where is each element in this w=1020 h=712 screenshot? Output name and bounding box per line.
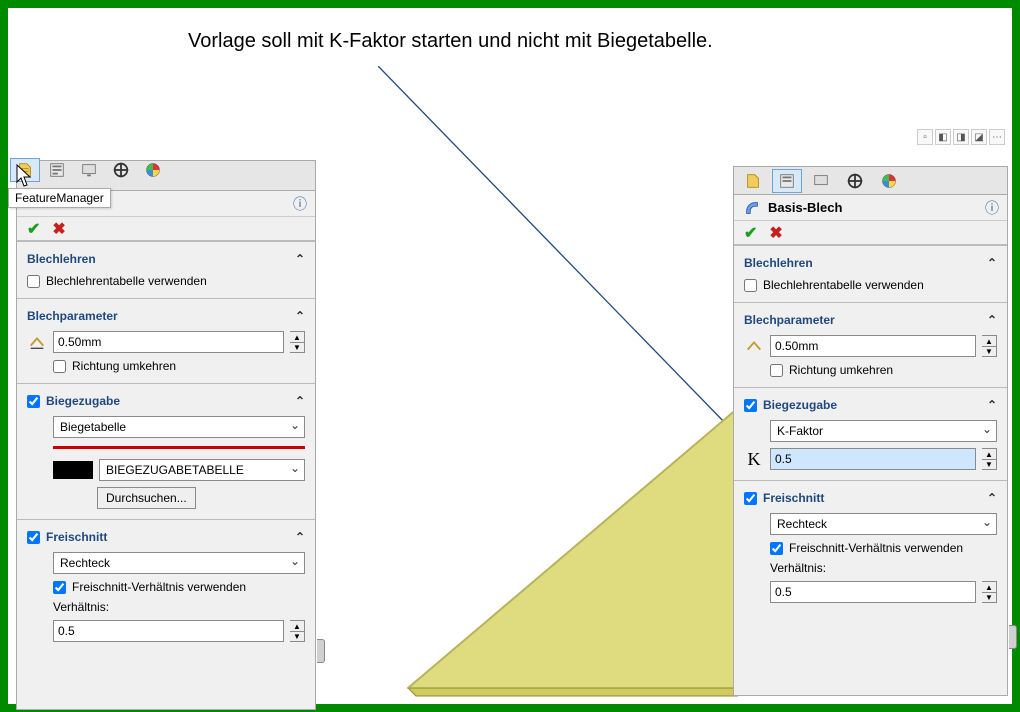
checkbox-label: Richtung umkehren [72, 359, 176, 373]
annotation-text: Vorlage soll mit K-Faktor starten und ni… [188, 30, 713, 53]
section-enable-checkbox[interactable] [27, 395, 40, 408]
thickness-icon [744, 337, 764, 355]
thickness-spinner[interactable]: ▲▼ [982, 335, 997, 357]
k-factor-input[interactable] [770, 448, 976, 470]
cancel-button[interactable]: ✖ [769, 223, 782, 243]
k-factor-icon: K [744, 449, 764, 470]
relief-type-combo[interactable]: Rechteck [53, 552, 305, 574]
tab-appearance[interactable] [138, 158, 168, 182]
section-blechlehren[interactable]: Blechlehren ⌃ [734, 252, 1007, 274]
section-title: Biegezugabe [763, 398, 837, 412]
highlight-underline [53, 446, 305, 449]
chevron-up-icon: ⌃ [987, 398, 997, 412]
chevron-up-icon: ⌃ [987, 256, 997, 270]
use-relief-ratio-checkbox[interactable]: Freischnitt-Verhältnis verwenden [770, 541, 997, 555]
chevron-up-icon: ⌃ [295, 530, 305, 544]
tab-configuration-manager[interactable] [772, 169, 802, 193]
checkbox-label: Freischnitt-Verhältnis verwenden [72, 580, 246, 594]
reverse-direction-checkbox[interactable]: Richtung umkehren [770, 363, 997, 377]
section-title: Blechparameter [744, 313, 835, 327]
checkbox-label: Freischnitt-Verhältnis verwenden [789, 541, 963, 555]
tooltip-feature-manager: FeatureManager [8, 188, 111, 208]
ratio-spinner[interactable]: ▲▼ [290, 620, 305, 642]
mouse-cursor [16, 164, 34, 188]
ok-button[interactable]: ✔ [27, 219, 40, 239]
checkbox-label: Blechlehrentabelle verwenden [46, 274, 207, 288]
tab-configuration-manager[interactable] [42, 158, 72, 182]
thickness-input[interactable] [53, 331, 284, 353]
ok-button[interactable]: ✔ [744, 223, 757, 243]
section-freischnitt[interactable]: Freischnitt ⌃ [734, 487, 1007, 509]
checkbox-label: Blechlehrentabelle verwenden [763, 278, 924, 292]
tab-display-manager[interactable] [74, 158, 104, 182]
section-title: Freischnitt [763, 491, 824, 505]
panel-tabs-right [734, 167, 1007, 195]
ratio-spinner[interactable]: ▲▼ [982, 581, 997, 603]
relief-type-combo[interactable]: Rechteck [770, 513, 997, 535]
chevron-up-icon: ⌃ [295, 394, 305, 408]
model-preview [308, 408, 738, 698]
tab-appearance[interactable] [874, 169, 904, 193]
section-blechlehren[interactable]: Blechlehren ⌃ [17, 248, 315, 270]
section-blechparameter[interactable]: Blechparameter ⌃ [734, 309, 1007, 331]
base-flange-icon [742, 199, 762, 217]
relief-ratio-input[interactable] [53, 620, 284, 642]
mini-btn[interactable]: ▫ [917, 129, 933, 145]
panel-drag-tab[interactable] [317, 639, 325, 663]
use-gauge-table-checkbox[interactable]: Blechlehrentabelle verwenden [27, 274, 305, 288]
section-title: Blechparameter [27, 309, 118, 323]
help-icon[interactable]: ⓘ [293, 194, 307, 214]
section-title: Freischnitt [46, 530, 107, 544]
tab-display-manager[interactable] [806, 169, 836, 193]
help-icon[interactable]: ⓘ [985, 198, 999, 218]
section-enable-checkbox[interactable] [27, 531, 40, 544]
use-gauge-table-checkbox[interactable]: Blechlehrentabelle verwenden [744, 278, 997, 292]
thickness-input[interactable] [770, 335, 976, 357]
arrow-line [378, 66, 743, 436]
reverse-direction-checkbox[interactable]: Richtung umkehren [53, 359, 305, 373]
section-title: Blechlehren [27, 252, 96, 266]
panel-drag-tab[interactable] [1009, 625, 1017, 649]
bend-table-name-combo[interactable]: BIEGEZUGABETABELLE [99, 459, 305, 481]
chevron-up-icon: ⌃ [295, 252, 305, 266]
ratio-label: Verhältnis: [53, 600, 305, 614]
ratio-label: Verhältnis: [770, 561, 997, 575]
browse-button[interactable]: Durchsuchen... [97, 487, 196, 509]
panel-title-right: Basis-Blech [768, 200, 842, 215]
mini-btn[interactable]: ◪ [971, 129, 987, 145]
k-factor-spinner[interactable]: ▲▼ [982, 448, 997, 470]
section-blechparameter[interactable]: Blechparameter ⌃ [17, 305, 315, 327]
chevron-up-icon: ⌃ [295, 309, 305, 323]
property-panel-left: ⓘ ✔ ✖ Blechlehren ⌃ Blechlehrentabelle v… [16, 160, 316, 710]
tab-dimexpert[interactable] [106, 158, 136, 182]
chevron-up-icon: ⌃ [987, 491, 997, 505]
section-freischnitt[interactable]: Freischnitt ⌃ [17, 526, 315, 548]
thickness-icon [27, 333, 47, 351]
section-enable-checkbox[interactable] [744, 399, 757, 412]
section-enable-checkbox[interactable] [744, 492, 757, 505]
section-biegezugabe[interactable]: Biegezugabe ⌃ [734, 394, 1007, 416]
checkbox-label: Richtung umkehren [789, 363, 893, 377]
thickness-spinner[interactable]: ▲▼ [290, 331, 305, 353]
section-title: Biegezugabe [46, 394, 120, 408]
property-panel-right: ▫ ◧ ◨ ◪ ⋯ Basis-Blech ⓘ ✔ ✖ B [733, 166, 1008, 696]
mini-btn[interactable]: ◨ [953, 129, 969, 145]
mini-btn[interactable]: ⋯ [989, 129, 1005, 145]
mini-btn[interactable]: ◧ [935, 129, 951, 145]
relief-ratio-input[interactable] [770, 581, 976, 603]
mini-toolbar: ▫ ◧ ◨ ◪ ⋯ [917, 129, 1005, 145]
bend-allowance-type-combo[interactable]: Biegetabelle [53, 416, 305, 438]
tab-dimexpert[interactable] [840, 169, 870, 193]
panel-tabs-left [10, 158, 240, 188]
tab-feature-manager[interactable] [738, 169, 768, 193]
redacted-patch [53, 461, 93, 479]
bend-allowance-type-combo[interactable]: K-Faktor [770, 420, 997, 442]
section-title: Blechlehren [744, 256, 813, 270]
section-biegezugabe[interactable]: Biegezugabe ⌃ [17, 390, 315, 412]
chevron-up-icon: ⌃ [987, 313, 997, 327]
cancel-button[interactable]: ✖ [52, 219, 65, 239]
use-relief-ratio-checkbox[interactable]: Freischnitt-Verhältnis verwenden [53, 580, 305, 594]
